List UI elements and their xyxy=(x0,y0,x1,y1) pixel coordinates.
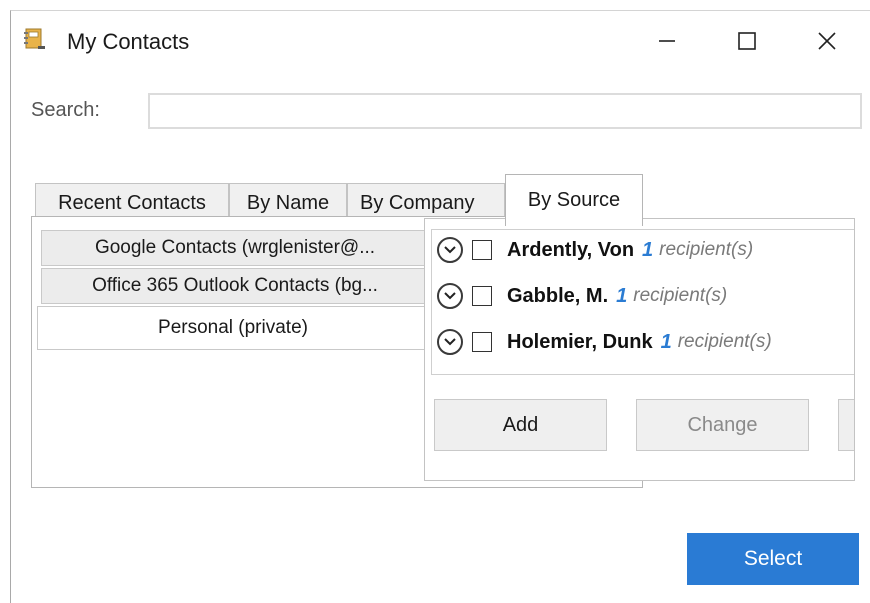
contacts-book-icon xyxy=(24,28,45,49)
close-icon xyxy=(818,32,836,50)
expand-button[interactable] xyxy=(437,329,463,355)
source-office365-contacts[interactable]: Office 365 Outlook Contacts (bg... xyxy=(41,268,429,304)
contact-name: Holemier, Dunk xyxy=(507,330,653,353)
contact-checkbox[interactable] xyxy=(472,240,492,260)
recipient-count: 1 xyxy=(642,238,654,261)
recipient-label: recipient(s) xyxy=(659,239,754,260)
minimize-button[interactable] xyxy=(637,19,697,63)
add-button[interactable]: Add xyxy=(434,399,607,451)
window-title: My Contacts xyxy=(67,29,190,54)
recipient-count: 1 xyxy=(616,284,628,307)
contact-row[interactable]: Gabble, M. 1 recipient(s) xyxy=(432,276,854,316)
select-button[interactable]: Select xyxy=(687,533,859,585)
contact-row[interactable]: Ardently, Von 1 recipient(s) xyxy=(432,230,854,270)
close-button[interactable] xyxy=(797,19,857,63)
recipient-count: 1 xyxy=(660,330,672,353)
search-label: Search: xyxy=(31,99,100,121)
more-button[interactable] xyxy=(838,399,854,451)
contact-list[interactable]: Ardently, Von 1 recipient(s) Gabble, M. … xyxy=(431,229,854,375)
expand-button[interactable] xyxy=(437,237,463,263)
recipient-label: recipient(s) xyxy=(677,331,772,352)
maximize-button[interactable] xyxy=(717,19,777,63)
minimize-icon xyxy=(659,40,675,42)
contact-checkbox[interactable] xyxy=(472,286,492,306)
my-contacts-window: My Contacts Search: Recent Contacts By N… xyxy=(10,10,870,603)
contacts-panel: Ardently, Von 1 recipient(s) Gabble, M. … xyxy=(424,218,855,481)
recipient-label: recipient(s) xyxy=(633,285,728,306)
chevron-down-icon xyxy=(444,292,456,300)
source-google-contacts[interactable]: Google Contacts (wrglenister@... xyxy=(41,230,429,266)
contact-checkbox[interactable] xyxy=(472,332,492,352)
expand-button[interactable] xyxy=(437,283,463,309)
search-input[interactable] xyxy=(148,93,862,129)
chevron-down-icon xyxy=(444,338,456,346)
chevron-down-icon xyxy=(444,246,456,254)
contact-name: Gabble, M. xyxy=(507,284,609,307)
source-personal[interactable]: Personal (private) xyxy=(37,306,429,350)
title-bar[interactable]: My Contacts xyxy=(11,11,870,69)
change-button[interactable]: Change xyxy=(636,399,809,451)
contact-name: Ardently, Von xyxy=(507,238,635,261)
contact-row[interactable]: Holemier, Dunk 1 recipient(s) xyxy=(432,322,854,362)
maximize-icon xyxy=(738,32,756,50)
tab-by-source[interactable]: By Source xyxy=(505,174,643,226)
